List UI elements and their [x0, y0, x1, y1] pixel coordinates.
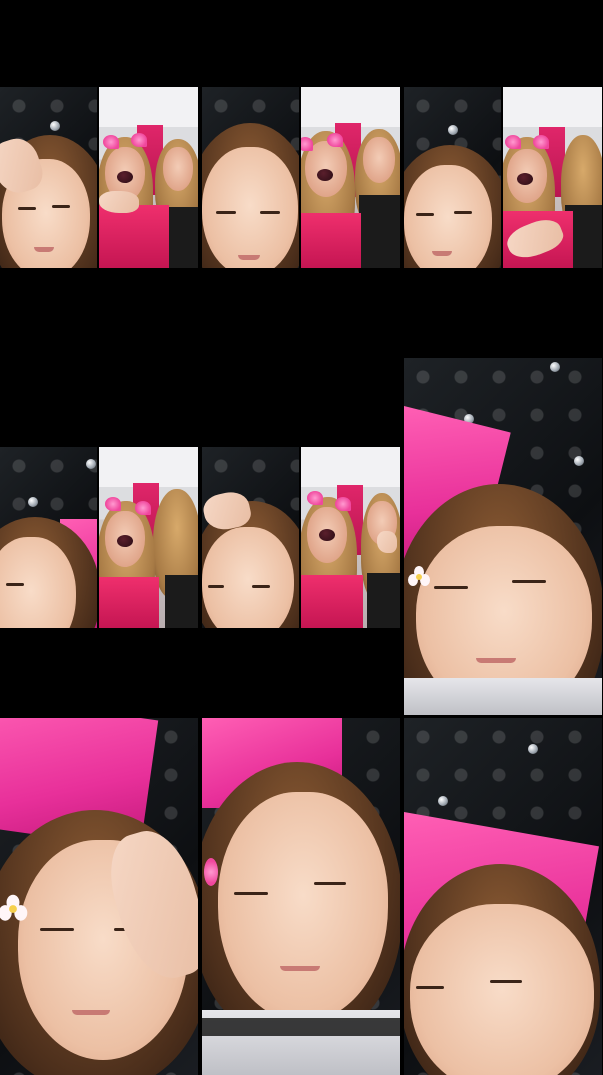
headboard-stud [448, 125, 458, 135]
pink-dress [99, 205, 169, 268]
video-tile-1[interactable] [0, 87, 198, 268]
headboard-stud [550, 362, 560, 372]
closed-eye [208, 585, 224, 588]
filter-nose [317, 169, 333, 181]
closed-eye [252, 585, 270, 588]
closed-eye [52, 205, 70, 208]
headboard-stud [28, 497, 38, 507]
video-tile-8[interactable] [202, 718, 400, 1075]
tile-2-left-photo [202, 87, 299, 268]
black-top [359, 195, 400, 268]
friend-face [163, 147, 193, 191]
filter-nose [117, 535, 133, 547]
mouth [432, 251, 452, 256]
tile-2-right-photo [301, 87, 400, 268]
tile-5-right-photo [301, 447, 400, 628]
pink-dress [301, 575, 363, 628]
video-tile-2[interactable] [202, 87, 400, 268]
sweater [404, 678, 602, 715]
filter-ear [327, 133, 343, 147]
filter-ear [533, 135, 549, 149]
tile-3-right-photo [503, 87, 602, 268]
closed-eye [314, 882, 346, 885]
video-tile-3[interactable] [404, 87, 602, 268]
mouth [476, 658, 516, 663]
hand [377, 531, 397, 553]
headboard-stud [438, 796, 448, 806]
tile-1-left-photo [0, 87, 97, 268]
filter-ear [131, 133, 147, 147]
closed-eye [6, 583, 24, 586]
headboard-stud [528, 744, 538, 754]
black-top [165, 575, 198, 628]
closed-eye [260, 211, 280, 214]
mouth [280, 966, 320, 971]
closed-eye [234, 892, 268, 895]
closed-eye [454, 211, 472, 214]
video-tile-6[interactable] [404, 358, 602, 715]
tile-1-right-photo [99, 87, 198, 268]
face [202, 147, 298, 268]
pink-dress [99, 577, 159, 628]
hand [99, 191, 139, 213]
black-top [367, 573, 400, 628]
tile-3-left-photo [404, 87, 501, 268]
filter-ear [105, 497, 121, 511]
closed-eye [40, 928, 74, 931]
closed-eye [416, 986, 444, 989]
closed-eye [216, 211, 236, 214]
filter-ear [335, 497, 351, 511]
filter-ear [307, 491, 323, 505]
filter-ear [135, 501, 151, 515]
filter-nose [517, 173, 533, 185]
mouth [238, 255, 260, 260]
mouth [72, 1010, 110, 1015]
headboard-stud [574, 456, 584, 466]
headboard-stud [86, 459, 96, 469]
filter-nose [319, 529, 335, 541]
tile-4-left-photo [0, 447, 97, 628]
headboard-stud [50, 121, 60, 131]
tile-4-right-photo [99, 447, 198, 628]
video-tile-4[interactable] [0, 447, 198, 628]
face [410, 904, 594, 1075]
flower-sticker [408, 566, 430, 588]
mouth [34, 247, 54, 252]
closed-eye [512, 580, 546, 583]
video-tile-9[interactable] [404, 718, 602, 1075]
video-tile-5[interactable] [202, 447, 400, 628]
filter-ear [103, 135, 119, 149]
face [202, 527, 294, 628]
filter-ear [301, 137, 313, 151]
video-tile-7[interactable] [0, 718, 198, 1075]
friend-face [363, 137, 395, 183]
face [218, 792, 388, 1022]
flower-sticker [0, 894, 28, 924]
pink-dress [301, 213, 361, 268]
filter-nose [117, 171, 133, 183]
sweater-stripe [202, 1018, 400, 1036]
closed-eye [490, 980, 522, 983]
closed-eye [18, 207, 36, 210]
closed-eye [416, 213, 434, 216]
closed-eye [434, 586, 468, 589]
tile-5-left-photo [202, 447, 299, 628]
pink-ribbon [204, 858, 218, 886]
filter-ear [505, 135, 521, 149]
